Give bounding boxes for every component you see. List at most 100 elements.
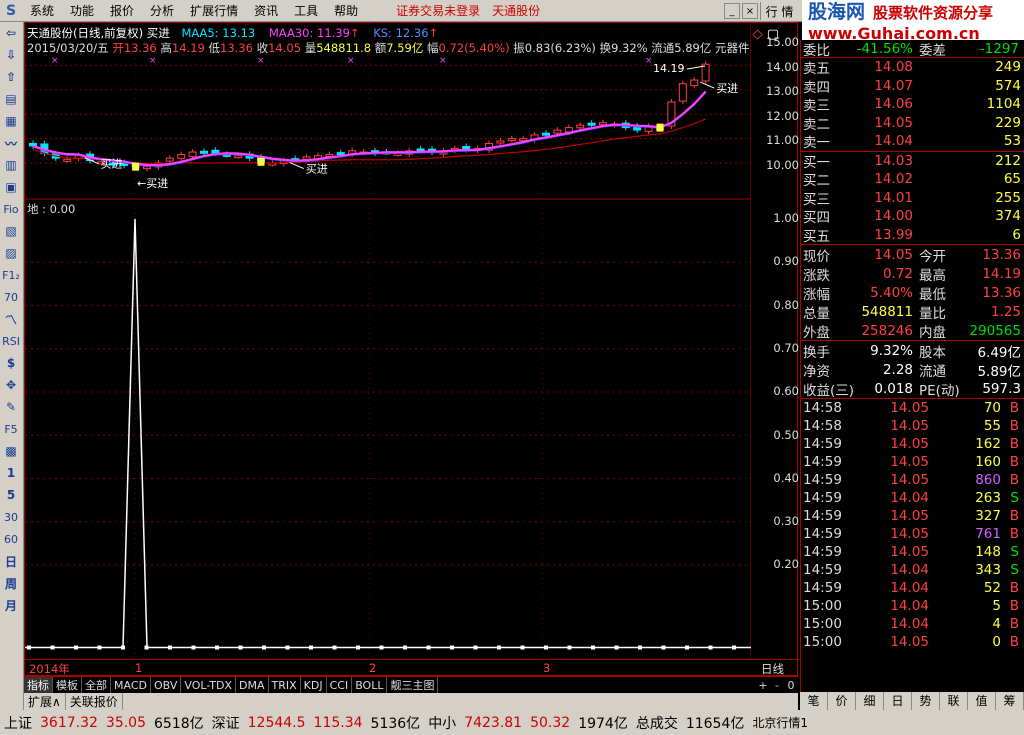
date-axis: 2014年 1 2 3 日线: [25, 659, 799, 677]
tick-list[interactable]: 14:58 14.05 70 B 14:58 14.05 55 B 14:59 14.05 162 B…: [801, 398, 1024, 651]
indicator-tab-2[interactable]: 全部: [82, 677, 111, 693]
bid-price[interactable]: 14.03: [851, 153, 913, 169]
indicator-tab-11[interactable]: 靓三主图: [387, 677, 439, 693]
ask-price[interactable]: 14.08: [851, 59, 913, 75]
toolbar-button-11[interactable]: F1₂: [0, 264, 22, 286]
ask-price[interactable]: 14.07: [851, 78, 913, 94]
tab-related-quote[interactable]: 关联报价: [66, 693, 123, 710]
toolbar-button-9[interactable]: ▧: [0, 220, 22, 242]
right-tab-0[interactable]: 笔: [800, 692, 828, 710]
zoom-in-button[interactable]: +: [756, 679, 770, 692]
toolbar-button-19[interactable]: ▩: [0, 440, 22, 462]
bid-price[interactable]: 13.99: [851, 227, 913, 243]
quote-tab[interactable]: 行 情: [760, 2, 798, 20]
toolbar-button-12[interactable]: 70: [0, 286, 22, 308]
stat-row: 净资 2.28 流通 5.89亿: [801, 360, 1024, 380]
stat-label: 净资: [803, 363, 830, 380]
right-tab-7[interactable]: 筹: [996, 692, 1024, 710]
ask-price[interactable]: 14.06: [851, 96, 913, 112]
stock-name-title: 天通股份: [492, 4, 541, 18]
bid-price[interactable]: 14.01: [851, 190, 913, 206]
toolbar-button-25[interactable]: 周: [0, 572, 22, 594]
stat-value: 14.05: [874, 246, 913, 263]
indicator-tab-7[interactable]: TRIX: [269, 677, 301, 693]
close-icon[interactable]: ×: [742, 3, 758, 19]
indicator-tab-10[interactable]: BOLL: [352, 677, 388, 693]
menu-analysis[interactable]: 分析: [142, 2, 182, 19]
brand-cn: 股海网: [808, 1, 866, 23]
chart-area[interactable]: 天通股份(日线,前复权) 买进 MAA5: 13.13 MAA30: 11.39…: [24, 22, 799, 677]
tab-extend[interactable]: 扩展∧: [24, 693, 66, 710]
signal-candle: [132, 162, 140, 171]
right-tab-5[interactable]: 联: [940, 692, 968, 710]
toolbar-button-0[interactable]: ⇦: [0, 22, 22, 44]
tick-direction: B: [1009, 634, 1019, 650]
ask-row: 卖一 14.04 53: [801, 132, 1024, 151]
bid-price[interactable]: 14.00: [851, 208, 913, 224]
right-tab-1[interactable]: 价: [828, 692, 856, 710]
toolbar-button-26[interactable]: 月: [0, 594, 22, 616]
indicator-tab-1[interactable]: 模板: [53, 677, 82, 693]
tick-direction: B: [1009, 436, 1019, 452]
menu-function[interactable]: 功能: [62, 2, 102, 19]
server-label[interactable]: 北京行情1: [748, 714, 812, 731]
indicator-tab-5[interactable]: VOL-TDX: [181, 677, 236, 693]
ask-price[interactable]: 14.04: [851, 133, 913, 149]
toolbar-button-18[interactable]: F5: [0, 418, 22, 440]
kline-chart[interactable]: 买进 买进买进←买进14.19× × × × × ×: [25, 23, 751, 659]
toolbar-button-20[interactable]: 1: [0, 462, 22, 484]
toolbar-button-23[interactable]: 60: [0, 528, 22, 550]
toolbar-button-24[interactable]: 日: [0, 550, 22, 572]
menu-system[interactable]: 系统: [22, 2, 62, 19]
ask-label: 卖四: [803, 79, 830, 96]
indicator-dot: [732, 645, 736, 650]
event-marker: ×: [51, 56, 59, 66]
zoom-out-button[interactable]: -: [770, 679, 784, 692]
sz-index[interactable]: 12544.5: [244, 715, 310, 731]
indicator-tab-6[interactable]: DMA: [236, 677, 269, 693]
right-tab-6[interactable]: 值: [968, 692, 996, 710]
toolbar-button-15[interactable]: $: [0, 352, 22, 374]
toolbar-button-6[interactable]: ▥: [0, 154, 22, 176]
ask-row: 卖三 14.06 1104: [801, 95, 1024, 114]
indicator-tab-0[interactable]: 指标: [24, 677, 53, 693]
toolbar-button-8[interactable]: Fio: [0, 198, 22, 220]
toolbar-button-17[interactable]: ✎: [0, 396, 22, 418]
toolbar-button-1[interactable]: ⇩: [0, 44, 22, 66]
toolbar-button-7[interactable]: ▣: [0, 176, 22, 198]
toolbar-button-4[interactable]: ▦: [0, 110, 22, 132]
menu-help[interactable]: 帮助: [326, 2, 366, 19]
menu-news[interactable]: 资讯: [246, 2, 286, 19]
indicator-dot: [685, 645, 689, 650]
toolbar-button-22[interactable]: 30: [0, 506, 22, 528]
indicator-tab-8[interactable]: KDJ: [301, 677, 327, 693]
bid-price[interactable]: 14.02: [851, 171, 913, 187]
right-tab-3[interactable]: 日: [884, 692, 912, 710]
period-label[interactable]: 日线: [761, 661, 784, 677]
menu-tools[interactable]: 工具: [286, 2, 326, 19]
indicator-tab-4[interactable]: OBV: [151, 677, 182, 693]
ask-price[interactable]: 14.05: [851, 115, 913, 131]
right-tab-4[interactable]: 势: [912, 692, 940, 710]
minimize-icon[interactable]: _: [724, 3, 740, 19]
trade-login-alert[interactable]: 证券交易未登录: [390, 2, 486, 19]
high-price-marker: 14.19: [653, 62, 685, 75]
right-tab-2[interactable]: 细: [856, 692, 884, 710]
toolbar-button-14[interactable]: RSI: [0, 330, 22, 352]
stat-label: 量比: [919, 305, 946, 322]
toolbar-button-13[interactable]: 〽: [0, 308, 22, 330]
toolbar-button-5[interactable]: 〰: [0, 132, 22, 154]
sme-index[interactable]: 7423.81: [460, 715, 526, 731]
indicator-tab-3[interactable]: MACD: [111, 677, 151, 693]
toolbar-button-16[interactable]: ✥: [0, 374, 22, 396]
toolbar-button-2[interactable]: ⇧: [0, 66, 22, 88]
toolbar-button-21[interactable]: 5: [0, 484, 22, 506]
menu-extended[interactable]: 扩展行情: [182, 2, 246, 19]
zoom-reset-button[interactable]: 0: [784, 679, 798, 692]
stat-value: 597.3: [982, 380, 1021, 397]
menu-quote[interactable]: 报价: [102, 2, 142, 19]
indicator-tab-9[interactable]: CCI: [327, 677, 353, 693]
toolbar-button-10[interactable]: ▨: [0, 242, 22, 264]
toolbar-button-3[interactable]: ▤: [0, 88, 22, 110]
sh-index[interactable]: 3617.32: [36, 715, 102, 731]
